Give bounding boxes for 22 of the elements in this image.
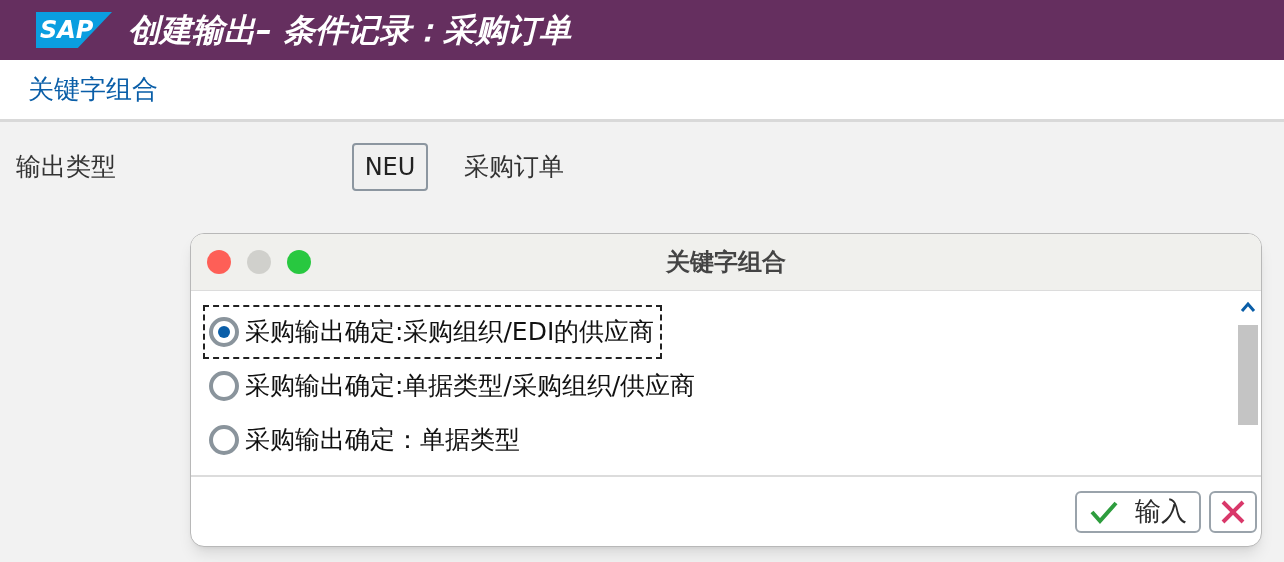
maximize-icon[interactable] [287,250,311,274]
option-label: 采购输出确定：单据类型 [245,424,520,457]
window-title: 创建输出– 条件记录：采购订单 [128,10,572,51]
radio-option[interactable]: 采购输出确定:采购组织/EDI的供应商 [203,305,663,359]
radio-option[interactable]: 采购输出确定：单据类型 [203,413,528,467]
option-label: 采购输出确定:采购组织/EDI的供应商 [245,316,655,349]
radio-button[interactable] [209,425,239,455]
output-type-field[interactable]: NEU [352,143,428,191]
radio-button[interactable] [209,371,239,401]
radio-button[interactable] [209,317,239,347]
option-label: 采购输出确定:单据类型/采购组织/供应商 [245,370,696,403]
field-label: 输出类型 [16,151,117,184]
confirm-button[interactable]: 输入 [1075,490,1201,533]
dialog-title: 关键字组合 [666,247,786,278]
close-icon[interactable] [207,250,231,274]
cancel-button[interactable] [1209,490,1257,533]
radio-option[interactable]: 采购输出确定:单据类型/采购组织/供应商 [203,359,704,413]
sap-logo: SAP [36,12,112,48]
field-description: 采购订单 [464,151,564,184]
toolbar-link[interactable]: 关键字组合 [28,70,158,109]
scroll-up-icon[interactable] [1240,301,1256,313]
close-icon [1220,498,1246,525]
